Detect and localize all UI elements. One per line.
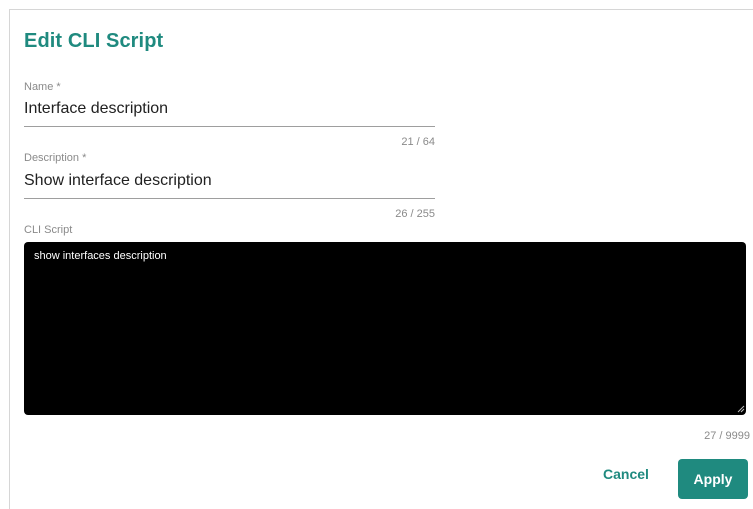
name-char-counter: 21 / 64 — [401, 136, 435, 148]
cli-script-char-counter: 27 / 9999 — [704, 430, 750, 442]
resize-handle-icon[interactable] — [737, 405, 745, 413]
cancel-button[interactable]: Cancel — [596, 460, 656, 488]
name-field-label: Name * — [24, 81, 61, 93]
description-input[interactable] — [24, 172, 434, 190]
description-field-label: Description * — [24, 152, 87, 164]
name-input[interactable] — [24, 100, 434, 118]
cli-script-textarea[interactable]: show interfaces description — [24, 242, 746, 415]
apply-button[interactable]: Apply — [678, 459, 748, 499]
dialog-title: Edit CLI Script — [24, 30, 164, 52]
name-input-underline — [24, 126, 435, 127]
cli-script-field-label: CLI Script — [24, 224, 73, 236]
description-input-underline — [24, 198, 435, 199]
edit-cli-script-dialog: Edit CLI Script Name * 21 / 64 Descripti… — [9, 9, 753, 509]
description-char-counter: 26 / 255 — [395, 208, 435, 220]
